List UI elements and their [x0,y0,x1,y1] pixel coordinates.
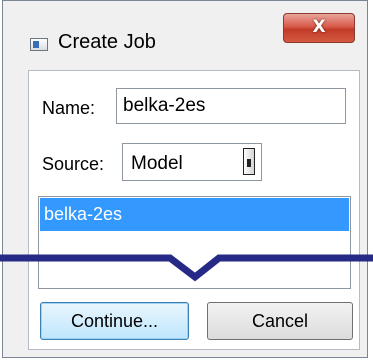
source-select[interactable]: Model [122,143,262,181]
close-button[interactable]: X [283,13,355,43]
name-label: Name: [42,98,96,118]
cancel-button[interactable]: Cancel [207,302,353,340]
list-item[interactable]: belka-2es [40,198,349,231]
continue-button[interactable]: Continue... [40,302,189,340]
source-label: Source: [42,154,105,174]
name-input[interactable] [116,88,346,124]
source-select-value: Model [131,153,183,174]
dropdown-handle-icon[interactable] [243,148,255,175]
create-job-window-icon [30,38,48,51]
model-list[interactable]: belka-2es [38,196,351,289]
dialog-title: Create Job [58,31,156,53]
